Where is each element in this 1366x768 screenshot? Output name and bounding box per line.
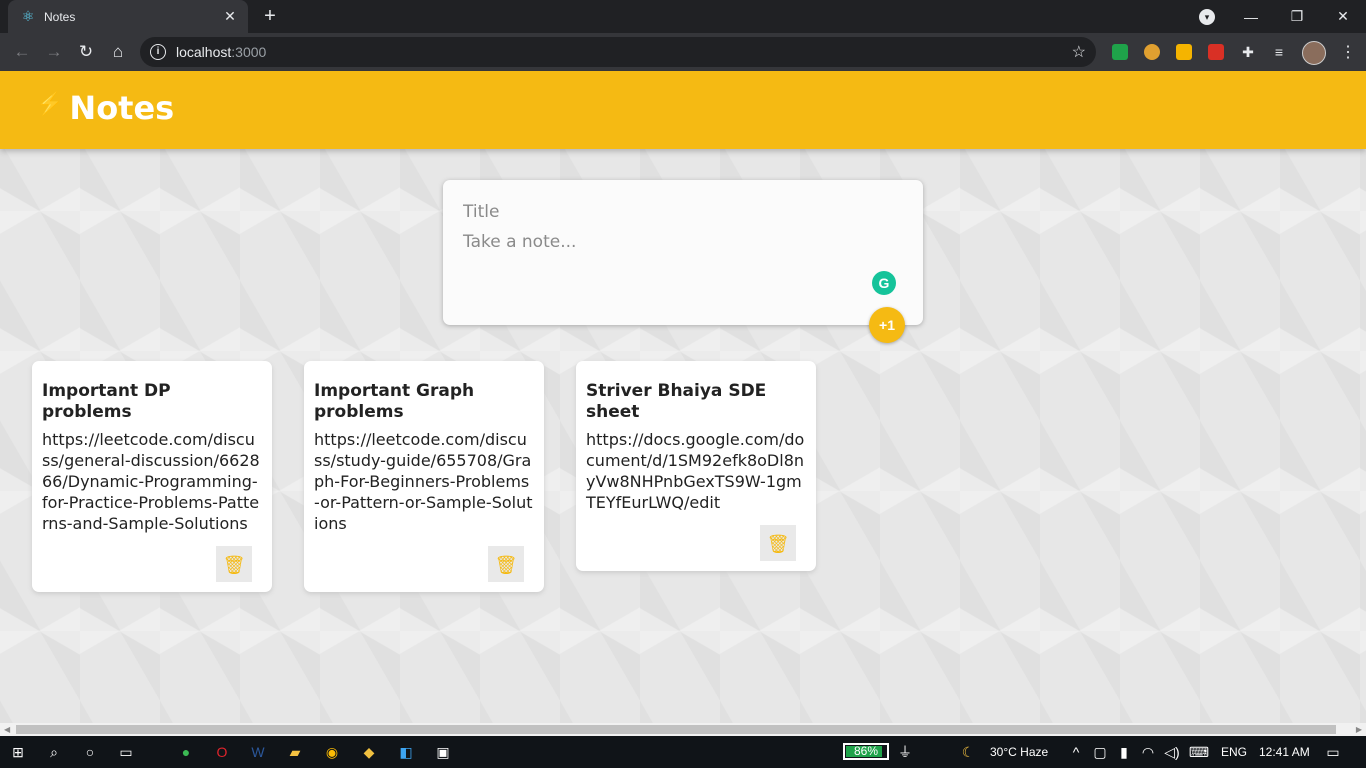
opera-icon[interactable]: O bbox=[212, 742, 232, 762]
grammarly-icon[interactable]: G bbox=[872, 271, 896, 295]
trash-icon: 🗑 bbox=[766, 534, 790, 554]
add-note-button[interactable]: +1 bbox=[869, 307, 905, 343]
minimize-button[interactable]: — bbox=[1228, 0, 1274, 33]
note-content-input[interactable] bbox=[461, 230, 905, 294]
note-content: https://leetcode.com/discuss/general-dis… bbox=[42, 430, 260, 533]
site-info-icon[interactable]: i bbox=[150, 44, 166, 60]
battery-extension-icon[interactable] bbox=[1112, 44, 1128, 60]
profile-avatar[interactable] bbox=[1302, 41, 1326, 65]
owl-extension-icon[interactable] bbox=[1144, 44, 1160, 60]
url-text: localhost:3000 bbox=[176, 44, 267, 60]
tab-search-icon[interactable]: ▾ bbox=[1199, 9, 1215, 25]
note-content: https://leetcode.com/discuss/study-guide… bbox=[314, 430, 533, 533]
language-indicator[interactable]: ENG bbox=[1221, 745, 1247, 759]
note-card: Important Graph problems https://leetcod… bbox=[304, 361, 544, 592]
app-logo: ⚡ Notes bbox=[36, 89, 174, 127]
scroll-right-icon[interactable]: ▶ bbox=[1356, 723, 1362, 736]
power-icon[interactable]: ▮ bbox=[1114, 742, 1134, 762]
browser-toolbar: ← → ↻ ⌂ i localhost:3000 ☆ ✚ ≡ ⋮ bbox=[0, 33, 1366, 71]
delete-note-button[interactable]: 🗑 bbox=[216, 546, 252, 582]
note-card: Important DP problems https://leetcode.c… bbox=[32, 361, 272, 592]
keyboard-icon[interactable]: ⌨ bbox=[1189, 742, 1209, 762]
close-window-button[interactable]: ✕ bbox=[1320, 0, 1366, 33]
browser-tab[interactable]: ⚛ Notes ✕ bbox=[8, 0, 248, 33]
extensions-puzzle-icon[interactable]: ✚ bbox=[1240, 44, 1256, 60]
photos-icon[interactable]: ▣ bbox=[433, 742, 453, 762]
note-title: Important DP problems bbox=[42, 381, 171, 422]
app-title: Notes bbox=[69, 89, 175, 127]
weather-text[interactable]: 30°C Haze bbox=[990, 745, 1048, 759]
wifi-icon[interactable]: ◠ bbox=[1138, 742, 1158, 762]
media-queue-icon[interactable]: ≡ bbox=[1271, 44, 1287, 60]
note-title: Striver Bhaiya SDE sheet bbox=[586, 381, 767, 422]
windows-start-icon[interactable]: ⊞ bbox=[8, 742, 28, 762]
tab-title: Notes bbox=[44, 9, 76, 24]
note-card: Striver Bhaiya SDE sheet https://docs.go… bbox=[576, 361, 816, 571]
chevron-up-icon[interactable]: ^ bbox=[1066, 742, 1086, 762]
create-note-form: G +1 bbox=[443, 180, 923, 343]
app-header: ⚡ Notes bbox=[0, 71, 1366, 149]
trash-icon: 🗑 bbox=[222, 555, 246, 575]
trash-icon: 🗑 bbox=[494, 555, 518, 575]
search-icon[interactable]: ⌕ bbox=[44, 742, 64, 762]
shield-extension-icon[interactable] bbox=[1176, 44, 1192, 60]
scroll-left-icon[interactable]: ◀ bbox=[4, 723, 10, 736]
bolt-icon: ⚡ bbox=[36, 91, 64, 116]
close-tab-icon[interactable]: ✕ bbox=[220, 8, 240, 25]
react-favicon-icon: ⚛ bbox=[21, 8, 35, 24]
cortana-icon[interactable]: ○ bbox=[80, 742, 100, 762]
home-icon[interactable]: ⌂ bbox=[104, 38, 132, 66]
delete-note-button[interactable]: 🗑 bbox=[488, 546, 524, 582]
note-content: https://docs.google.com/document/d/1SM92… bbox=[586, 430, 805, 512]
horizontal-scrollbar[interactable]: ◀ ▶ bbox=[0, 723, 1366, 736]
meet-now-icon[interactable]: ▢ bbox=[1090, 742, 1110, 762]
note-title-input[interactable] bbox=[461, 198, 905, 226]
browser-tab-strip: ⚛ Notes ✕ + ▾ — ❐ ✕ bbox=[0, 0, 1366, 33]
volume-icon[interactable]: ◁) bbox=[1162, 742, 1182, 762]
delete-note-button[interactable]: 🗑 bbox=[760, 525, 796, 561]
red-extension-icon[interactable] bbox=[1208, 44, 1224, 60]
reload-icon[interactable]: ↻ bbox=[72, 38, 100, 66]
sourcetree-icon[interactable]: ◆ bbox=[359, 742, 379, 762]
back-arrow-icon[interactable]: ← bbox=[8, 38, 36, 66]
restore-button[interactable]: ❐ bbox=[1274, 0, 1320, 33]
new-tab-button[interactable]: + bbox=[258, 4, 282, 28]
app-icon-green[interactable]: ● bbox=[176, 742, 196, 762]
bookmark-star-icon[interactable]: ☆ bbox=[1072, 42, 1086, 62]
address-bar[interactable]: i localhost:3000 ☆ bbox=[140, 37, 1096, 67]
windows-taskbar: ⊞ ⌕ ○ ▭ ● O W ▰ ◉ ◆ ◧ ▣ 86% ⏚ ☾ 30°C Haz… bbox=[0, 736, 1366, 768]
weather-icon[interactable]: ☾ bbox=[958, 742, 978, 762]
scrollbar-thumb[interactable] bbox=[16, 725, 1336, 734]
file-explorer-icon[interactable]: ▰ bbox=[285, 742, 305, 762]
battery-percent: 86% bbox=[853, 744, 879, 758]
notifications-icon[interactable]: ▭ bbox=[1323, 742, 1343, 762]
forward-arrow-icon[interactable]: → bbox=[40, 38, 68, 66]
vscode-icon[interactable]: ◧ bbox=[396, 742, 416, 762]
clock[interactable]: 12:41 AM bbox=[1259, 745, 1310, 759]
word-icon[interactable]: W bbox=[248, 742, 268, 762]
chrome-icon[interactable]: ◉ bbox=[322, 742, 342, 762]
power-plug-icon: ⏚ bbox=[898, 744, 912, 760]
menu-kebab-icon[interactable]: ⋮ bbox=[1340, 42, 1356, 62]
app-page: ⚡ Notes G +1 Important DP problems https… bbox=[0, 71, 1366, 723]
task-view-icon[interactable]: ▭ bbox=[116, 742, 136, 762]
note-title: Important Graph problems bbox=[314, 381, 475, 422]
battery-indicator[interactable]: 86% bbox=[843, 743, 889, 760]
